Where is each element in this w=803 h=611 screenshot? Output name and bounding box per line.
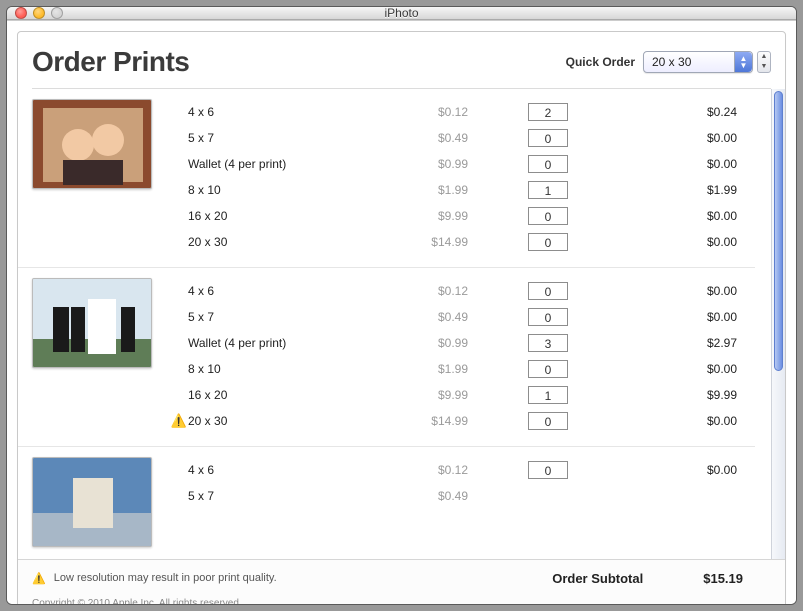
quantity-input[interactable]: 0	[528, 412, 568, 430]
quick-order-label: Quick Order	[566, 55, 635, 69]
print-option-row: ⚠️20 x 30$14.99 0 $0.00	[170, 408, 741, 434]
print-size-label: 5 x 7	[188, 310, 348, 324]
line-total: $2.97	[628, 336, 741, 350]
print-option-row: Wallet (4 per print)$0.99 3 $2.97	[170, 330, 741, 356]
warning-icon: ⚠️	[170, 413, 188, 429]
print-size-label: Wallet (4 per print)	[188, 157, 348, 171]
photo-thumbnail[interactable]	[32, 99, 152, 189]
items-scroll-area[interactable]: 4 x 6$0.122$0.245 x 7$0.490$0.00Wallet (…	[18, 89, 771, 559]
unit-price: $0.12	[348, 463, 468, 477]
print-option-row: 16 x 20$9.991$9.99	[170, 382, 741, 408]
line-total: $0.00	[628, 414, 741, 428]
quantity-input[interactable]: 0	[528, 233, 568, 251]
line-total: $0.00	[628, 362, 741, 376]
quantity-input[interactable]: 0	[528, 282, 568, 300]
print-size-label: 4 x 6	[188, 105, 348, 119]
quantity-input[interactable]: 0	[528, 308, 568, 326]
line-total: $9.99	[628, 388, 741, 402]
warning-icon: ⚠️	[32, 572, 46, 585]
unit-price: $0.12	[348, 105, 468, 119]
low-res-warning-text: Low resolution may result in poor print …	[54, 572, 277, 584]
photo-thumbnail[interactable]	[32, 457, 152, 547]
photo-item: 4 x 6$0.12 0 $0.00 5 x 7$0.49	[18, 446, 755, 559]
unit-price: $0.99	[348, 336, 468, 350]
print-option-row: 16 x 20$9.99 0 $0.00	[170, 203, 741, 229]
quick-order-select[interactable]: 20 x 30 ▲▼	[643, 51, 753, 73]
line-total: $1.99	[628, 183, 741, 197]
stepper-down-icon[interactable]: ▼	[758, 62, 770, 72]
print-size-label: 5 x 7	[188, 131, 348, 145]
unit-price: $0.49	[348, 310, 468, 324]
print-option-row: 8 x 10$1.991$1.99	[170, 177, 741, 203]
print-option-row: 5 x 7$0.49 0 $0.00	[170, 125, 741, 151]
print-size-label: 20 x 30	[188, 414, 348, 428]
quantity-input[interactable]: 2	[528, 103, 568, 121]
print-size-label: 20 x 30	[188, 235, 348, 249]
vertical-scrollbar[interactable]	[771, 89, 785, 559]
quantity-input[interactable]: 0	[528, 461, 568, 479]
quantity-input[interactable]: 3	[528, 334, 568, 352]
print-size-label: 4 x 6	[188, 284, 348, 298]
quantity-input[interactable]: 1	[528, 181, 568, 199]
print-option-row: 5 x 7$0.49 0 $0.00	[170, 304, 741, 330]
line-total: $0.24	[628, 105, 741, 119]
copyright-text: Copyright © 2010 Apple Inc. All rights r…	[32, 598, 771, 605]
line-total: $0.00	[628, 209, 741, 223]
quantity-input[interactable]: 0	[528, 129, 568, 147]
unit-price: $9.99	[348, 209, 468, 223]
panel-title: Order Prints	[32, 46, 566, 78]
print-option-row: 20 x 30$14.99 0 $0.00	[170, 229, 741, 255]
line-total: $0.00	[628, 157, 741, 171]
line-total: $0.00	[628, 131, 741, 145]
print-option-row: 4 x 6$0.12 0 $0.00	[170, 278, 741, 304]
unit-price: $9.99	[348, 388, 468, 402]
subtotal-value: $15.19	[703, 571, 743, 586]
unit-price: $0.99	[348, 157, 468, 171]
quantity-input[interactable]: 1	[528, 386, 568, 404]
unit-price: $14.99	[348, 414, 468, 428]
print-size-label: Wallet (4 per print)	[188, 336, 348, 350]
unit-price: $1.99	[348, 183, 468, 197]
quick-order-value: 20 x 30	[652, 55, 691, 69]
print-size-label: 16 x 20	[188, 388, 348, 402]
unit-price: $1.99	[348, 362, 468, 376]
quantity-input[interactable]: 0	[528, 360, 568, 378]
unit-price: $0.49	[348, 489, 468, 503]
scrollbar-thumb[interactable]	[774, 91, 783, 371]
print-size-label: 16 x 20	[188, 209, 348, 223]
window-minimize-button[interactable]	[33, 7, 45, 19]
print-option-row: 4 x 6$0.12 0 $0.00	[170, 457, 741, 483]
photo-item: 4 x 6$0.122$0.245 x 7$0.490$0.00Wallet (…	[18, 89, 755, 267]
unit-price: $0.12	[348, 284, 468, 298]
titlebar[interactable]: iPhoto	[7, 7, 796, 20]
photo-thumbnail[interactable]	[32, 278, 152, 368]
print-size-label: 4 x 6	[188, 463, 348, 477]
app-window: iPhoto Order Prints Quick Order 20 x 30 …	[6, 6, 797, 605]
window-close-button[interactable]	[15, 7, 27, 19]
print-size-label: 8 x 10	[188, 183, 348, 197]
order-prints-panel: Order Prints Quick Order 20 x 30 ▲▼ ▲ ▼ …	[17, 31, 786, 605]
print-size-label: 5 x 7	[188, 489, 348, 503]
photo-item: 4 x 6$0.12 0 $0.00 5 x 7$0.49 0 $0.00 Wallet (…	[18, 267, 755, 446]
unit-price: $0.49	[348, 131, 468, 145]
quantity-input[interactable]: 0	[528, 207, 568, 225]
window-zoom-button[interactable]	[51, 7, 63, 19]
print-option-row: Wallet (4 per print)$0.99 0 $0.00	[170, 151, 741, 177]
window-title: iPhoto	[7, 6, 796, 20]
line-total: $0.00	[628, 284, 741, 298]
stepper-up-icon[interactable]: ▲	[758, 52, 770, 62]
subtotal-label: Order Subtotal	[552, 571, 643, 586]
print-option-row: 8 x 10$1.99 0 $0.00	[170, 356, 741, 382]
quantity-input[interactable]: 0	[528, 155, 568, 173]
line-total: $0.00	[628, 463, 741, 477]
unit-price: $14.99	[348, 235, 468, 249]
quick-order-stepper[interactable]: ▲ ▼	[757, 51, 771, 73]
print-size-label: 8 x 10	[188, 362, 348, 376]
line-total: $0.00	[628, 310, 741, 324]
line-total: $0.00	[628, 235, 741, 249]
print-option-row: 4 x 6$0.12 2 $0.24	[170, 99, 741, 125]
print-option-row: 5 x 7$0.49	[170, 483, 741, 509]
select-arrows-icon: ▲▼	[734, 52, 752, 72]
